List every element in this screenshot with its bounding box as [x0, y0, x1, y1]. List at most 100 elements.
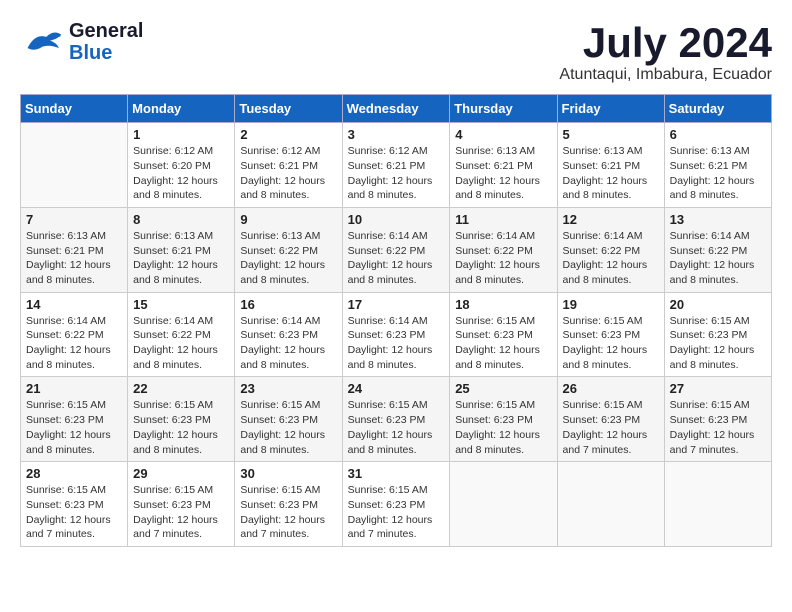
page-header: General Blue July 2024 Atuntaqui, Imbabu… — [20, 20, 772, 84]
weekday-header-monday: Monday — [128, 95, 235, 123]
calendar-table: SundayMondayTuesdayWednesdayThursdayFrid… — [20, 94, 772, 547]
day-number: 26 — [563, 381, 659, 396]
calendar-cell: 25Sunrise: 6:15 AM Sunset: 6:23 PM Dayli… — [450, 377, 557, 462]
day-number: 23 — [240, 381, 336, 396]
calendar-cell: 26 Sunrise: 6:15 AM Sunset: 6:23 PM Dayli… — [557, 377, 664, 462]
day-info: Sunrise: 6:13 AM Sunset: 6:21 PM Dayligh… — [133, 229, 229, 288]
day-number: 21 — [26, 381, 122, 396]
day-info: Sunrise: 6:15 AM Sunset: 6:23 PM Dayligh… — [563, 398, 659, 457]
calendar-cell: 19 Sunrise: 6:15 AM Sunset: 6:23 PM Dayli… — [557, 292, 664, 377]
day-info: Sunrise: 6:15 AM Sunset: 6:23 PM Dayligh… — [348, 398, 445, 457]
calendar-cell: 31 Sunrise: 6:15 AM Sunset: 6:23 PM Dayli… — [342, 462, 450, 547]
day-info: Sunrise: 6:15 AM Sunset: 6:23 PM Dayligh… — [26, 398, 122, 457]
day-number: 30 — [240, 466, 336, 481]
day-info: Sunrise: 6:12 AM Sunset: 6:20 PM Dayligh… — [133, 144, 229, 203]
day-info: Sunrise: 6:13 AM Sunset: 6:21 PM Dayligh… — [26, 229, 122, 288]
calendar-cell — [450, 462, 557, 547]
day-number: 15 — [133, 297, 229, 312]
calendar-cell: 14Sunrise: 6:14 AM Sunset: 6:22 PM Dayli… — [21, 292, 128, 377]
day-info: Sunrise: 6:15 AM Sunset: 6:23 PM Dayligh… — [455, 398, 551, 457]
day-info: Sunrise: 6:14 AM Sunset: 6:23 PM Dayligh… — [240, 314, 336, 373]
day-info: Sunrise: 6:14 AM Sunset: 6:22 PM Dayligh… — [348, 229, 445, 288]
day-info: Sunrise: 6:15 AM Sunset: 6:23 PM Dayligh… — [240, 483, 336, 542]
calendar-cell: 20 Sunrise: 6:15 AM Sunset: 6:23 PM Dayli… — [664, 292, 771, 377]
calendar-body: 1Sunrise: 6:12 AM Sunset: 6:20 PM Daylig… — [21, 123, 772, 547]
calendar-cell: 30 Sunrise: 6:15 AM Sunset: 6:23 PM Dayli… — [235, 462, 342, 547]
day-number: 20 — [670, 297, 766, 312]
calendar-cell: 13 Sunrise: 6:14 AM Sunset: 6:22 PM Dayli… — [664, 207, 771, 292]
day-info: Sunrise: 6:15 AM Sunset: 6:23 PM Dayligh… — [240, 398, 336, 457]
calendar-cell: 17 Sunrise: 6:14 AM Sunset: 6:23 PM Dayli… — [342, 292, 450, 377]
day-info: Sunrise: 6:14 AM Sunset: 6:22 PM Dayligh… — [563, 229, 659, 288]
day-number: 10 — [348, 212, 445, 227]
calendar-cell: 3Sunrise: 6:12 AM Sunset: 6:21 PM Daylig… — [342, 123, 450, 208]
weekday-header-tuesday: Tuesday — [235, 95, 342, 123]
day-info: Sunrise: 6:14 AM Sunset: 6:22 PM Dayligh… — [133, 314, 229, 373]
day-info: Sunrise: 6:14 AM Sunset: 6:22 PM Dayligh… — [26, 314, 122, 373]
calendar-cell: 2 Sunrise: 6:12 AM Sunset: 6:21 PM Daylig… — [235, 123, 342, 208]
day-info: Sunrise: 6:15 AM Sunset: 6:23 PM Dayligh… — [26, 483, 122, 542]
day-info: Sunrise: 6:15 AM Sunset: 6:23 PM Dayligh… — [133, 483, 229, 542]
calendar-week-row: 14Sunrise: 6:14 AM Sunset: 6:22 PM Dayli… — [21, 292, 772, 377]
day-info: Sunrise: 6:13 AM Sunset: 6:21 PM Dayligh… — [670, 144, 766, 203]
day-number: 11 — [455, 212, 551, 227]
day-info: Sunrise: 6:12 AM Sunset: 6:21 PM Dayligh… — [240, 144, 336, 203]
calendar-cell: 16 Sunrise: 6:14 AM Sunset: 6:23 PM Dayli… — [235, 292, 342, 377]
calendar-cell: 12 Sunrise: 6:14 AM Sunset: 6:22 PM Dayli… — [557, 207, 664, 292]
day-number: 16 — [240, 297, 336, 312]
weekday-header-saturday: Saturday — [664, 95, 771, 123]
calendar-cell: 10 Sunrise: 6:14 AM Sunset: 6:22 PM Dayli… — [342, 207, 450, 292]
calendar-cell: 24 Sunrise: 6:15 AM Sunset: 6:23 PM Dayli… — [342, 377, 450, 462]
day-info: Sunrise: 6:15 AM Sunset: 6:23 PM Dayligh… — [348, 483, 445, 542]
calendar-header: SundayMondayTuesdayWednesdayThursdayFrid… — [21, 95, 772, 123]
day-number: 18 — [455, 297, 551, 312]
day-number: 2 — [240, 127, 336, 142]
weekday-header-friday: Friday — [557, 95, 664, 123]
title-block: July 2024 Atuntaqui, Imbabura, Ecuador — [559, 20, 772, 84]
day-info: Sunrise: 6:15 AM Sunset: 6:23 PM Dayligh… — [133, 398, 229, 457]
calendar-cell: 18 Sunrise: 6:15 AM Sunset: 6:23 PM Dayli… — [450, 292, 557, 377]
day-number: 13 — [670, 212, 766, 227]
logo: General Blue — [20, 20, 143, 64]
day-number: 9 — [240, 212, 336, 227]
day-info: Sunrise: 6:14 AM Sunset: 6:23 PM Dayligh… — [348, 314, 445, 373]
day-number: 31 — [348, 466, 445, 481]
day-number: 19 — [563, 297, 659, 312]
calendar-cell — [557, 462, 664, 547]
calendar-week-row: 28Sunrise: 6:15 AM Sunset: 6:23 PM Dayli… — [21, 462, 772, 547]
day-number: 17 — [348, 297, 445, 312]
calendar-cell: 9 Sunrise: 6:13 AM Sunset: 6:22 PM Daylig… — [235, 207, 342, 292]
calendar-cell: 11 Sunrise: 6:14 AM Sunset: 6:22 PM Dayli… — [450, 207, 557, 292]
calendar-cell: 23 Sunrise: 6:15 AM Sunset: 6:23 PM Dayli… — [235, 377, 342, 462]
calendar-cell: 29Sunrise: 6:15 AM Sunset: 6:23 PM Dayli… — [128, 462, 235, 547]
calendar-cell: 1Sunrise: 6:12 AM Sunset: 6:20 PM Daylig… — [128, 123, 235, 208]
day-info: Sunrise: 6:15 AM Sunset: 6:23 PM Dayligh… — [455, 314, 551, 373]
month-title: July 2024 — [559, 20, 772, 66]
day-info: Sunrise: 6:13 AM Sunset: 6:21 PM Dayligh… — [563, 144, 659, 203]
calendar-cell: 21 Sunrise: 6:15 AM Sunset: 6:23 PM Dayli… — [21, 377, 128, 462]
day-info: Sunrise: 6:14 AM Sunset: 6:22 PM Dayligh… — [670, 229, 766, 288]
day-info: Sunrise: 6:15 AM Sunset: 6:23 PM Dayligh… — [563, 314, 659, 373]
day-info: Sunrise: 6:15 AM Sunset: 6:23 PM Dayligh… — [670, 314, 766, 373]
day-number: 24 — [348, 381, 445, 396]
calendar-cell — [21, 123, 128, 208]
calendar-week-row: 1Sunrise: 6:12 AM Sunset: 6:20 PM Daylig… — [21, 123, 772, 208]
day-number: 27 — [670, 381, 766, 396]
day-number: 22 — [133, 381, 229, 396]
weekday-header-row: SundayMondayTuesdayWednesdayThursdayFrid… — [21, 95, 772, 123]
day-number: 8 — [133, 212, 229, 227]
day-info: Sunrise: 6:14 AM Sunset: 6:22 PM Dayligh… — [455, 229, 551, 288]
day-number: 12 — [563, 212, 659, 227]
logo-bird-icon — [20, 25, 65, 60]
calendar-cell: 27Sunrise: 6:15 AM Sunset: 6:23 PM Dayli… — [664, 377, 771, 462]
logo-text: General Blue — [69, 20, 143, 64]
calendar-cell: 5 Sunrise: 6:13 AM Sunset: 6:21 PM Daylig… — [557, 123, 664, 208]
day-info: Sunrise: 6:12 AM Sunset: 6:21 PM Dayligh… — [348, 144, 445, 203]
calendar-week-row: 7 Sunrise: 6:13 AM Sunset: 6:21 PM Daylig… — [21, 207, 772, 292]
weekday-header-sunday: Sunday — [21, 95, 128, 123]
day-info: Sunrise: 6:13 AM Sunset: 6:22 PM Dayligh… — [240, 229, 336, 288]
day-number: 5 — [563, 127, 659, 142]
location-title: Atuntaqui, Imbabura, Ecuador — [559, 66, 772, 84]
day-info: Sunrise: 6:13 AM Sunset: 6:21 PM Dayligh… — [455, 144, 551, 203]
day-number: 7 — [26, 212, 122, 227]
